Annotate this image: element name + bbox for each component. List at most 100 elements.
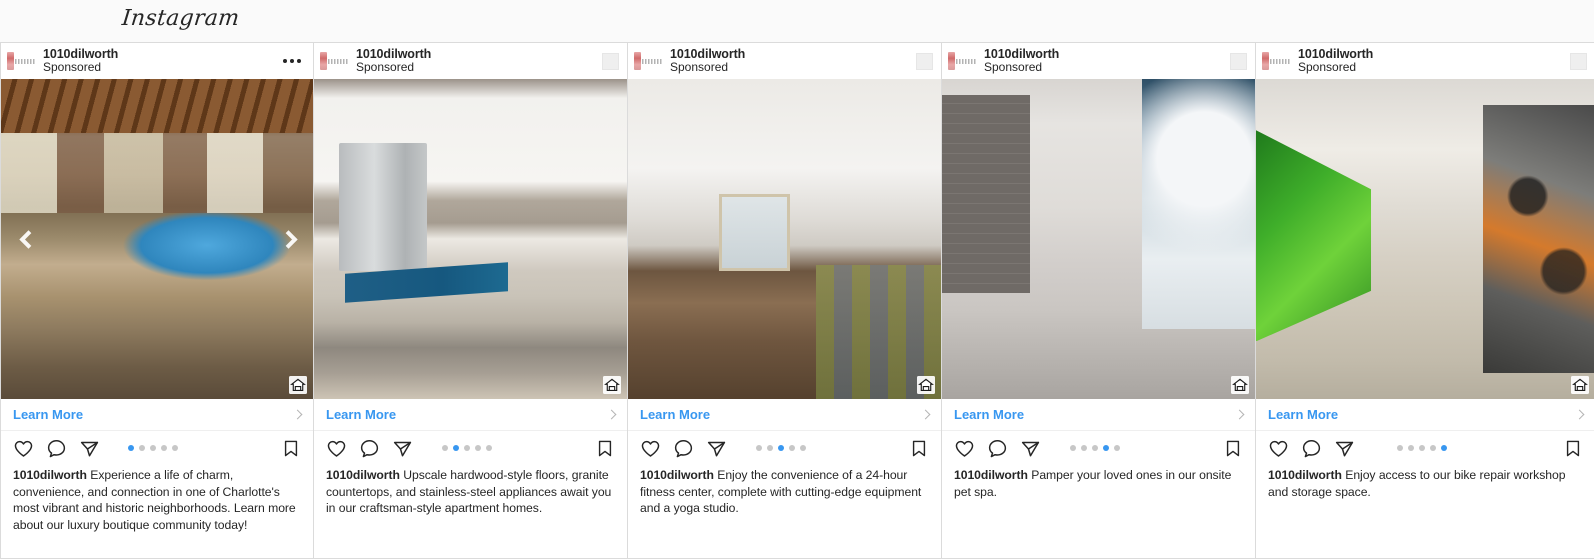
carousel-dot	[463, 445, 470, 451]
caption-username[interactable]: 1010dilworth	[954, 468, 1028, 482]
pet-spa-photo[interactable]	[942, 79, 1255, 399]
more-options-button[interactable]	[283, 59, 305, 63]
bookmark-icon[interactable]	[281, 438, 301, 459]
post-card: 1010dilworth Sponsored Learn More 1010dilwo…	[1256, 43, 1594, 559]
carousel-dot	[1429, 445, 1436, 451]
carousel-dot	[1069, 445, 1076, 451]
heart-icon[interactable]	[640, 438, 661, 459]
media-image	[314, 79, 627, 399]
comment-icon[interactable]	[987, 438, 1008, 459]
bookmark-icon[interactable]	[595, 438, 615, 459]
carousel-dot	[766, 445, 773, 451]
carousel-dot	[777, 445, 784, 451]
sponsored-label: Sponsored	[670, 60, 729, 75]
carousel-dot	[1080, 445, 1087, 451]
more-options-placeholder[interactable]	[916, 52, 933, 70]
share-icon[interactable]	[1020, 438, 1041, 459]
carousel-dot	[1418, 445, 1425, 451]
learn-more-label: Learn More	[954, 407, 1025, 422]
post-header: 1010dilworth Sponsored	[1256, 43, 1594, 79]
carousel-dot	[474, 445, 481, 451]
learn-more-cta[interactable]: Learn More	[1256, 399, 1594, 431]
learn-more-label: Learn More	[1268, 407, 1339, 422]
post-header: 1010dilworth Sponsored	[628, 43, 941, 79]
carousel-dot	[1396, 445, 1403, 451]
sponsored-label: Sponsored	[984, 60, 1043, 75]
carousel-dots	[1248, 445, 1594, 451]
caption-username[interactable]: 1010dilworth	[1268, 468, 1342, 482]
learn-more-cta[interactable]: Learn More	[628, 399, 941, 431]
caption-username[interactable]: 1010dilworth	[13, 468, 87, 482]
carousel-strip: 1010dilworth Sponsored Learn More 1010dilwo…	[0, 43, 1594, 559]
learn-more-cta[interactable]: Learn More	[942, 399, 1255, 431]
share-icon[interactable]	[79, 438, 100, 459]
post-caption: 1010dilworth Upscale hardwood-style floo…	[314, 465, 627, 517]
carousel-dots	[306, 445, 627, 451]
bike-storage-photo[interactable]	[1256, 79, 1594, 399]
media-image	[1256, 79, 1594, 399]
share-icon[interactable]	[1334, 438, 1355, 459]
more-options-placeholder[interactable]	[602, 52, 619, 70]
account-name[interactable]: 1010dilworth	[984, 47, 1059, 61]
equal-housing-opportunity-icon	[917, 376, 935, 394]
media-image	[942, 79, 1255, 399]
bookmark-icon[interactable]	[909, 438, 929, 459]
action-bar	[628, 431, 941, 465]
instagram-logo: Instagram	[120, 6, 241, 31]
carousel-dot	[441, 445, 448, 451]
carousel-dot	[1407, 445, 1414, 451]
post-card: 1010dilworth Sponsored Learn More 1010dilwo…	[314, 43, 628, 559]
avatar[interactable]	[7, 50, 37, 72]
carousel-dot	[128, 445, 134, 451]
instagram-topbar: Instagram	[0, 0, 1594, 43]
equal-housing-opportunity-icon	[289, 376, 307, 394]
chevron-right-icon	[1234, 409, 1245, 420]
comment-icon[interactable]	[359, 438, 380, 459]
heart-icon[interactable]	[954, 438, 975, 459]
caption-username[interactable]: 1010dilworth	[326, 468, 400, 482]
post-card: 1010dilworth Sponsored Learn More 1010dilwo…	[942, 43, 1256, 559]
carousel-next-arrow[interactable]	[275, 226, 301, 252]
kitchen-interior-photo[interactable]	[314, 79, 627, 399]
avatar-logo-mark	[634, 52, 641, 70]
bookmark-icon[interactable]	[1563, 438, 1583, 459]
learn-more-cta[interactable]: Learn More	[1, 399, 313, 431]
avatar[interactable]	[1262, 50, 1292, 72]
caption-username[interactable]: 1010dilworth	[640, 468, 714, 482]
action-bar	[1256, 431, 1594, 465]
share-icon[interactable]	[706, 438, 727, 459]
heart-icon[interactable]	[326, 438, 347, 459]
heart-icon[interactable]	[1268, 438, 1289, 459]
avatar[interactable]	[634, 50, 664, 72]
more-options-placeholder[interactable]	[1230, 52, 1247, 70]
bookmark-icon[interactable]	[1223, 438, 1243, 459]
account-name[interactable]: 1010dilworth	[1298, 47, 1373, 61]
carousel-dot	[1091, 445, 1098, 451]
carousel-prev-arrow[interactable]	[15, 226, 41, 252]
comment-icon[interactable]	[673, 438, 694, 459]
post-header: 1010dilworth Sponsored	[314, 43, 627, 79]
carousel-dot	[485, 445, 492, 451]
avatar[interactable]	[948, 50, 978, 72]
account-name[interactable]: 1010dilworth	[43, 47, 118, 61]
avatar-logo-mark	[948, 52, 955, 70]
post-caption: 1010dilworth Experience a life of charm,…	[1, 465, 313, 533]
courtyard-pool-photo[interactable]	[1, 79, 313, 399]
heart-icon[interactable]	[13, 438, 34, 459]
sponsored-label: Sponsored	[356, 60, 415, 75]
post-caption: 1010dilworth Pamper your loved ones in o…	[942, 465, 1255, 500]
share-icon[interactable]	[392, 438, 413, 459]
comment-icon[interactable]	[1301, 438, 1322, 459]
account-block: 1010dilworth Sponsored	[670, 47, 745, 75]
avatar[interactable]	[320, 50, 350, 72]
more-options-placeholder[interactable]	[1570, 52, 1587, 70]
comment-icon[interactable]	[46, 438, 67, 459]
avatar-logo-mark	[7, 52, 14, 70]
account-name[interactable]: 1010dilworth	[670, 47, 745, 61]
fitness-center-photo[interactable]	[628, 79, 941, 399]
learn-more-cta[interactable]: Learn More	[314, 399, 627, 431]
learn-more-label: Learn More	[326, 407, 397, 422]
post-header: 1010dilworth Sponsored	[942, 43, 1255, 79]
carousel-dot	[799, 445, 806, 451]
account-name[interactable]: 1010dilworth	[356, 47, 431, 61]
